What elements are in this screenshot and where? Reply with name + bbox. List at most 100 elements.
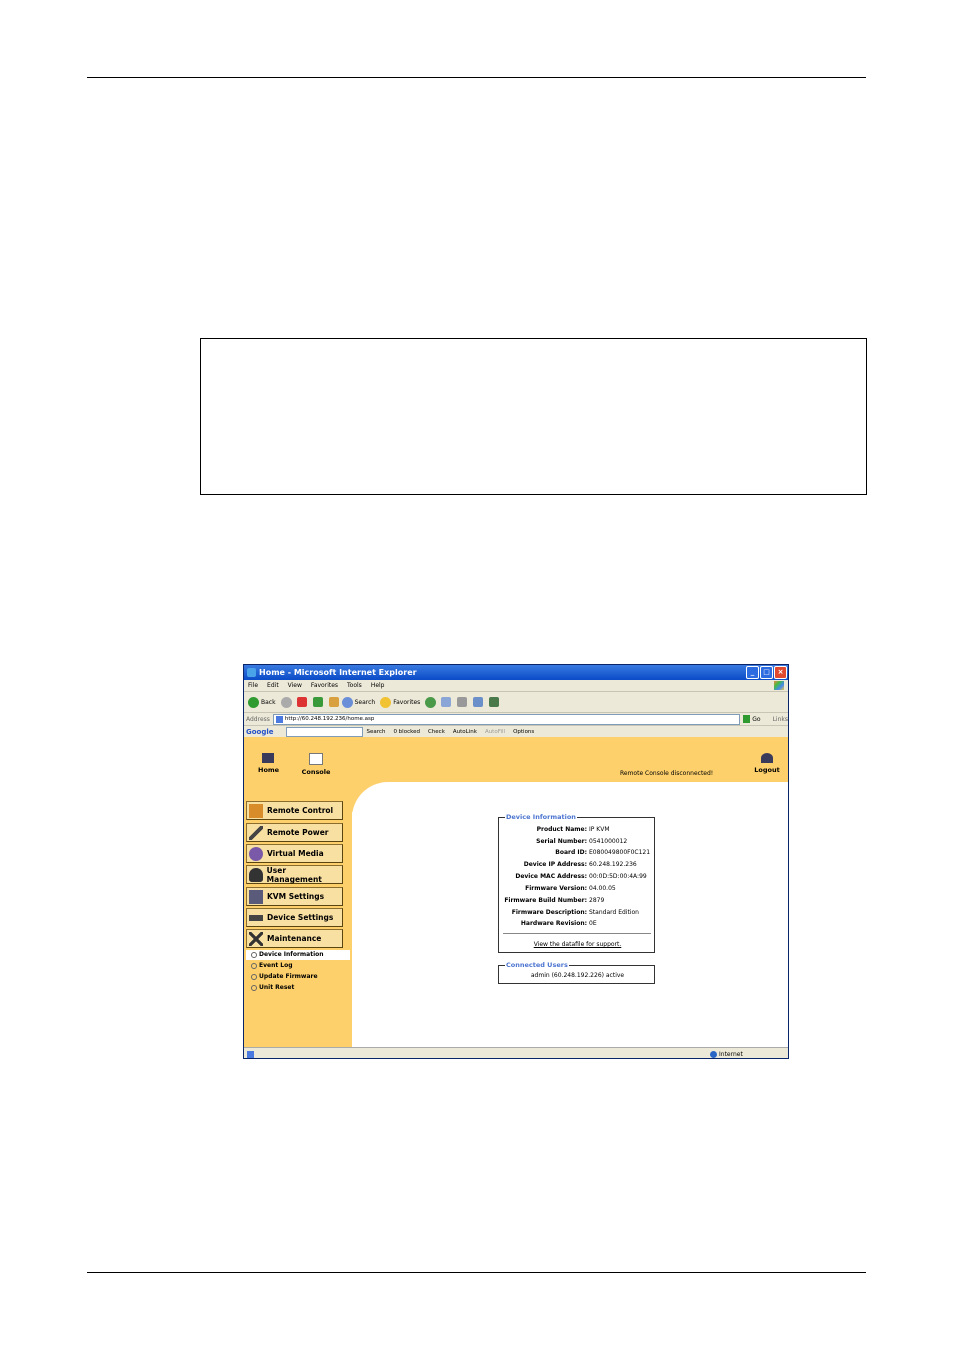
history-icon[interactable] <box>425 696 437 708</box>
nav-logout-label: Logout <box>754 766 780 774</box>
info-row: Serial Number: 0541000012 <box>499 838 656 845</box>
header-rule <box>87 77 866 78</box>
menu-device-settings[interactable]: Device Settings <box>246 908 343 927</box>
window-title: Home - Microsoft Internet Explorer <box>259 668 417 677</box>
info-value: 0E <box>589 920 597 927</box>
submenu-unit-reset[interactable]: Unit Reset <box>251 984 294 991</box>
nav-console-label: Console <box>301 768 331 776</box>
menu-favorites[interactable]: Favorites <box>311 682 338 689</box>
connected-users-panel: Connected Users admin (60.248.192.226) a… <box>498 961 655 984</box>
favorites-icon[interactable] <box>380 696 392 708</box>
connected-users-title: Connected Users <box>505 961 569 969</box>
print-icon[interactable] <box>457 697 468 707</box>
bullet-icon <box>251 984 257 991</box>
connected-user-entry: admin (60.248.192.226) active <box>530 972 625 979</box>
mail-icon[interactable] <box>441 697 452 707</box>
info-row: Device IP Address: 60.248.192.236 <box>499 861 656 868</box>
menu-user-management-label: User Management <box>266 865 322 884</box>
menu-kvm-settings-label: KVM Settings <box>267 892 325 901</box>
google-search-input[interactable] <box>285 726 363 737</box>
submenu-event-log[interactable]: Event Log <box>251 962 293 969</box>
menu-remote-control[interactable]: Remote Control <box>246 801 343 820</box>
console-icon <box>309 753 323 765</box>
panel-divider <box>503 933 651 934</box>
google-check[interactable]: Check <box>428 729 445 735</box>
nav-home[interactable]: Home <box>258 753 279 774</box>
google-blocked[interactable]: 0 blocked <box>393 729 420 735</box>
minimize-button[interactable]: _ <box>746 666 759 679</box>
page-done-icon <box>247 1051 254 1058</box>
ie-icon <box>247 668 256 677</box>
google-options[interactable]: Options <box>513 729 534 735</box>
info-key: Firmware Description: <box>511 909 587 916</box>
logout-icon <box>761 753 773 763</box>
menu-virtual-media[interactable]: Virtual Media <box>246 844 343 863</box>
standard-toolbar: Back Search Favorites <box>244 692 788 713</box>
messenger-icon[interactable] <box>489 697 500 707</box>
info-key: Product Name: <box>536 826 587 833</box>
nav-console[interactable]: Console <box>301 753 331 776</box>
submenu-device-information-label: Device Information <box>259 951 324 958</box>
menu-user-management[interactable]: User Management <box>246 865 343 884</box>
submenu-update-firmware-label: Update Firmware <box>259 973 318 980</box>
search-label[interactable]: Search <box>355 699 376 706</box>
forward-icon[interactable] <box>280 696 292 708</box>
menu-file[interactable]: File <box>248 682 258 689</box>
stop-icon[interactable] <box>296 697 307 707</box>
menu-bar: File Edit View Favorites Tools Help <box>244 680 788 692</box>
maximize-button[interactable]: □ <box>760 666 773 679</box>
menu-maintenance[interactable]: Maintenance <box>246 929 343 948</box>
info-row: Board ID: E080049800F0C121 <box>499 849 656 856</box>
menu-help[interactable]: Help <box>371 682 385 689</box>
menu-view[interactable]: View <box>288 682 302 689</box>
back-icon[interactable] <box>248 696 259 708</box>
search-icon[interactable] <box>341 696 353 708</box>
info-key: Firmware Build Number: <box>504 897 587 904</box>
bullet-icon <box>251 962 257 969</box>
info-value: 60.248.192.236 <box>589 861 637 868</box>
go-button[interactable]: Go <box>752 716 760 723</box>
submenu-update-firmware[interactable]: Update Firmware <box>251 973 318 980</box>
go-icon[interactable] <box>742 715 751 723</box>
support-datafile-link[interactable]: View the datafile for support. <box>499 941 656 948</box>
remote-power-icon <box>249 825 263 840</box>
info-row: Firmware Description: Standard Edition <box>499 909 656 916</box>
submenu-event-log-label: Event Log <box>259 962 293 969</box>
edit-icon[interactable] <box>473 697 484 707</box>
kvm-settings-icon <box>249 889 263 904</box>
home-icon[interactable] <box>328 697 339 707</box>
address-bar: Address http://60.248.192.236/home.asp G… <box>244 713 788 726</box>
info-row: Hardware Revision: 0E <box>499 920 656 927</box>
menu-remote-power[interactable]: Remote Power <box>246 823 343 842</box>
globe-icon <box>710 1051 717 1058</box>
menu-kvm-settings[interactable]: KVM Settings <box>246 887 343 906</box>
google-autolink[interactable]: AutoLink <box>453 729 477 735</box>
info-row: Firmware Build Number: 2879 <box>499 897 656 904</box>
title-bar: Home - Microsoft Internet Explorer _ □ × <box>244 665 788 680</box>
back-label[interactable]: Back <box>261 699 276 706</box>
menu-tools[interactable]: Tools <box>347 682 362 689</box>
console-status-message: Remote Console disconnected! <box>620 770 714 777</box>
remote-control-icon <box>249 803 263 818</box>
google-logo[interactable]: Google <box>246 728 274 736</box>
info-key: Serial Number: <box>536 838 587 845</box>
refresh-icon[interactable] <box>312 697 323 707</box>
info-key: Firmware Version: <box>525 885 587 892</box>
security-zone: Internet <box>710 1051 743 1058</box>
device-information-panel: Device Information Product Name: IP KVM S… <box>498 813 656 953</box>
close-button[interactable]: × <box>774 666 787 679</box>
nav-logout[interactable]: Logout <box>753 753 781 774</box>
kvm-page: Home Console Remote Console disconnected… <box>244 737 788 1047</box>
address-input[interactable]: http://60.248.192.236/home.asp <box>272 713 740 725</box>
bullet-icon <box>251 973 257 980</box>
favorites-label[interactable]: Favorites <box>393 699 420 706</box>
links-label[interactable]: Links <box>773 716 788 723</box>
info-value: 00:0D:5D:00:4A:99 <box>589 873 647 880</box>
menu-edit[interactable]: Edit <box>267 682 279 689</box>
google-autofill[interactable]: AutoFill <box>485 729 505 735</box>
submenu-unit-reset-label: Unit Reset <box>259 984 295 991</box>
submenu-device-information[interactable]: Device Information <box>251 951 324 958</box>
info-value: 2879 <box>589 897 605 904</box>
info-key: Hardware Revision: <box>520 920 587 927</box>
google-search-button[interactable]: Search <box>367 729 386 735</box>
